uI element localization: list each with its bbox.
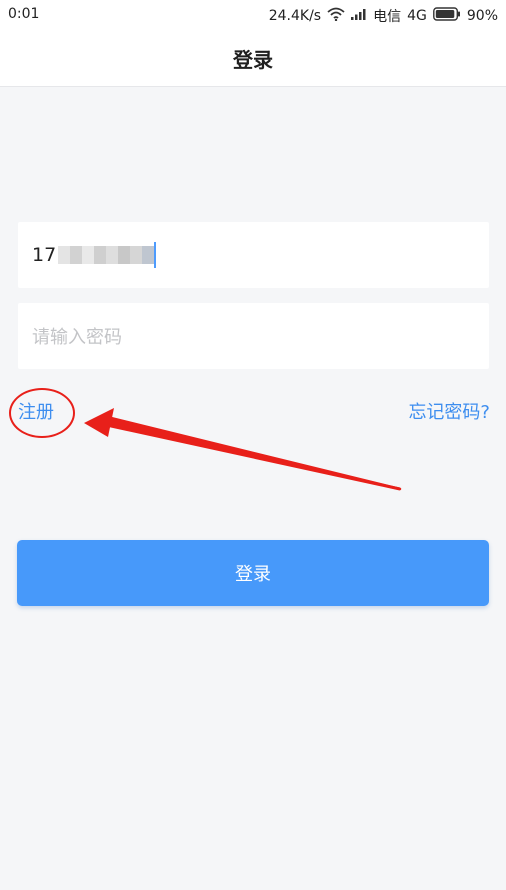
page-title: 登录	[233, 47, 273, 72]
carrier-label: 电信	[373, 9, 402, 25]
wifi-icon	[327, 7, 345, 25]
status-bar: 0:01 24.4K/s 电信 4G 90%	[0, 0, 506, 30]
battery-level: 90%	[466, 8, 498, 24]
battery-icon	[432, 7, 461, 25]
status-indicators: 24.4K/s 电信 4G 90%	[269, 6, 498, 26]
password-placeholder: 请输入密码	[32, 327, 122, 348]
password-input[interactable]: 请输入密码	[18, 303, 489, 369]
phone-input[interactable]: 17	[18, 222, 489, 288]
signal-icon	[351, 8, 367, 24]
network-speed: 24.4K/s	[268, 8, 322, 24]
status-time: 0:01	[8, 6, 40, 22]
login-screen: 0:01 24.4K/s 电信 4G 90% 登录 17 请输入密码 注册 忘记…	[0, 0, 506, 890]
network-type: 4G	[407, 8, 427, 24]
phone-value: 17	[32, 244, 57, 266]
login-button[interactable]: 登录	[17, 540, 489, 606]
text-cursor	[154, 242, 157, 268]
header-bar: 登录	[0, 30, 506, 87]
annotation-arrow	[84, 408, 402, 491]
forgot-password-link[interactable]: 忘记密码?	[408, 398, 490, 424]
register-link[interactable]: 注册	[18, 398, 54, 424]
phone-redacted-mosaic	[58, 244, 155, 266]
